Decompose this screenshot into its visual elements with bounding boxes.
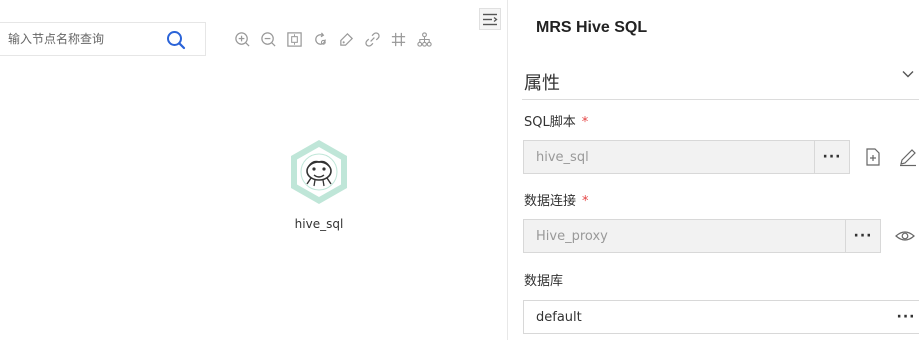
sql-script-label-text: SQL脚本 xyxy=(524,115,576,130)
properties-panel: MRS Hive SQL 属性 SQL脚本 * ··· 数据连接 * ··· 数据库… xyxy=(507,0,919,340)
search-icon[interactable] xyxy=(166,30,186,50)
canvas-toolbar xyxy=(232,29,434,49)
fit-screen-icon[interactable] xyxy=(284,29,304,49)
workflow-node-hive-sql[interactable] xyxy=(285,138,353,206)
sql-script-field: ··· xyxy=(523,140,850,174)
section-title[interactable]: 属性 xyxy=(524,69,560,95)
node-search-input[interactable] xyxy=(8,23,158,55)
search-box xyxy=(0,22,206,56)
data-connection-select-button[interactable]: ··· xyxy=(846,220,880,252)
zoom-out-icon[interactable] xyxy=(258,29,278,49)
eye-icon[interactable] xyxy=(895,226,915,246)
panel-title: MRS Hive SQL xyxy=(536,19,648,36)
section-divider xyxy=(522,99,919,100)
database-field: ··· xyxy=(523,300,919,334)
data-connection-input[interactable] xyxy=(536,220,786,252)
grid-icon[interactable] xyxy=(388,29,408,49)
database-select-button[interactable]: ··· xyxy=(889,301,919,333)
zoom-in-icon[interactable] xyxy=(232,29,252,49)
hive-icon xyxy=(291,140,347,204)
tag-icon[interactable] xyxy=(336,29,356,49)
collapse-panel-button[interactable] xyxy=(479,8,501,30)
link-icon[interactable] xyxy=(362,29,382,49)
edit-icon[interactable] xyxy=(898,147,918,167)
collapse-panel-icon xyxy=(482,13,498,25)
database-label: 数据库 xyxy=(524,270,563,289)
tree-icon[interactable] xyxy=(414,29,434,49)
add-file-icon[interactable] xyxy=(863,147,883,167)
database-label-text: 数据库 xyxy=(524,274,564,289)
refresh-icon[interactable] xyxy=(310,29,330,49)
database-input[interactable] xyxy=(536,301,786,333)
data-connection-label-text: 数据连接 xyxy=(524,194,577,209)
sql-script-select-button[interactable]: ··· xyxy=(815,141,849,173)
required-mark: * xyxy=(581,115,589,130)
data-connection-field: ··· xyxy=(523,219,881,253)
required-mark: * xyxy=(582,194,589,209)
chevron-down-icon[interactable] xyxy=(901,66,915,80)
node-label: hive_sql xyxy=(294,217,344,231)
sql-script-label: SQL脚本 * xyxy=(524,111,588,130)
data-connection-label: 数据连接 * xyxy=(524,190,589,209)
sql-script-input[interactable] xyxy=(536,141,786,173)
